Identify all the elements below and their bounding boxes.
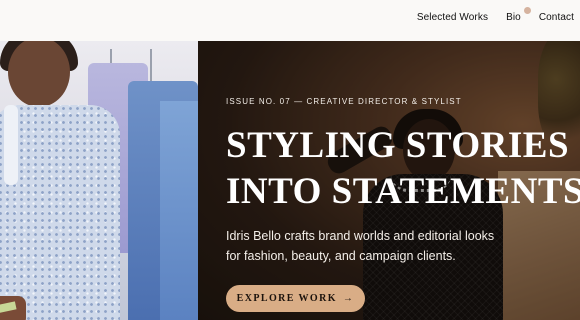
nav-link-bio[interactable]: Bio (506, 7, 531, 23)
arrow-right-icon: → (342, 293, 355, 304)
hanging-denim-shirt (160, 101, 198, 320)
hero-section: ISSUE NO. 07 — CREATIVE DIRECTOR & STYLI… (0, 41, 580, 320)
hero-headline-line-1: STYLING STORIES (226, 125, 570, 166)
primary-nav: Selected Works Bio Contact (417, 7, 574, 23)
floral-dress (0, 105, 120, 320)
explore-work-button[interactable]: EXPLORE WORK → (226, 285, 365, 312)
hero-headline-line-2: INTO STATEMENTS (226, 171, 580, 212)
nav-link-contact[interactable]: Contact (539, 12, 574, 23)
head (8, 41, 70, 107)
hero-left-photo (0, 41, 198, 320)
top-navigation-bar: Selected Works Bio Contact (0, 0, 580, 42)
dress-strap (4, 105, 18, 185)
hero-eyebrow: ISSUE NO. 07 — CREATIVE DIRECTOR & STYLI… (226, 97, 462, 106)
nav-link-selected-works[interactable]: Selected Works (417, 12, 488, 23)
stylist-figure (0, 41, 130, 320)
hero-headline: STYLING STORIES INTO STATEMENTS (226, 123, 580, 215)
nav-link-bio-label: Bio (506, 12, 521, 23)
hero-description: Idris Bello crafts brand worlds and edit… (226, 229, 495, 263)
notification-dot (523, 7, 531, 14)
explore-work-label: EXPLORE WORK (236, 293, 337, 304)
